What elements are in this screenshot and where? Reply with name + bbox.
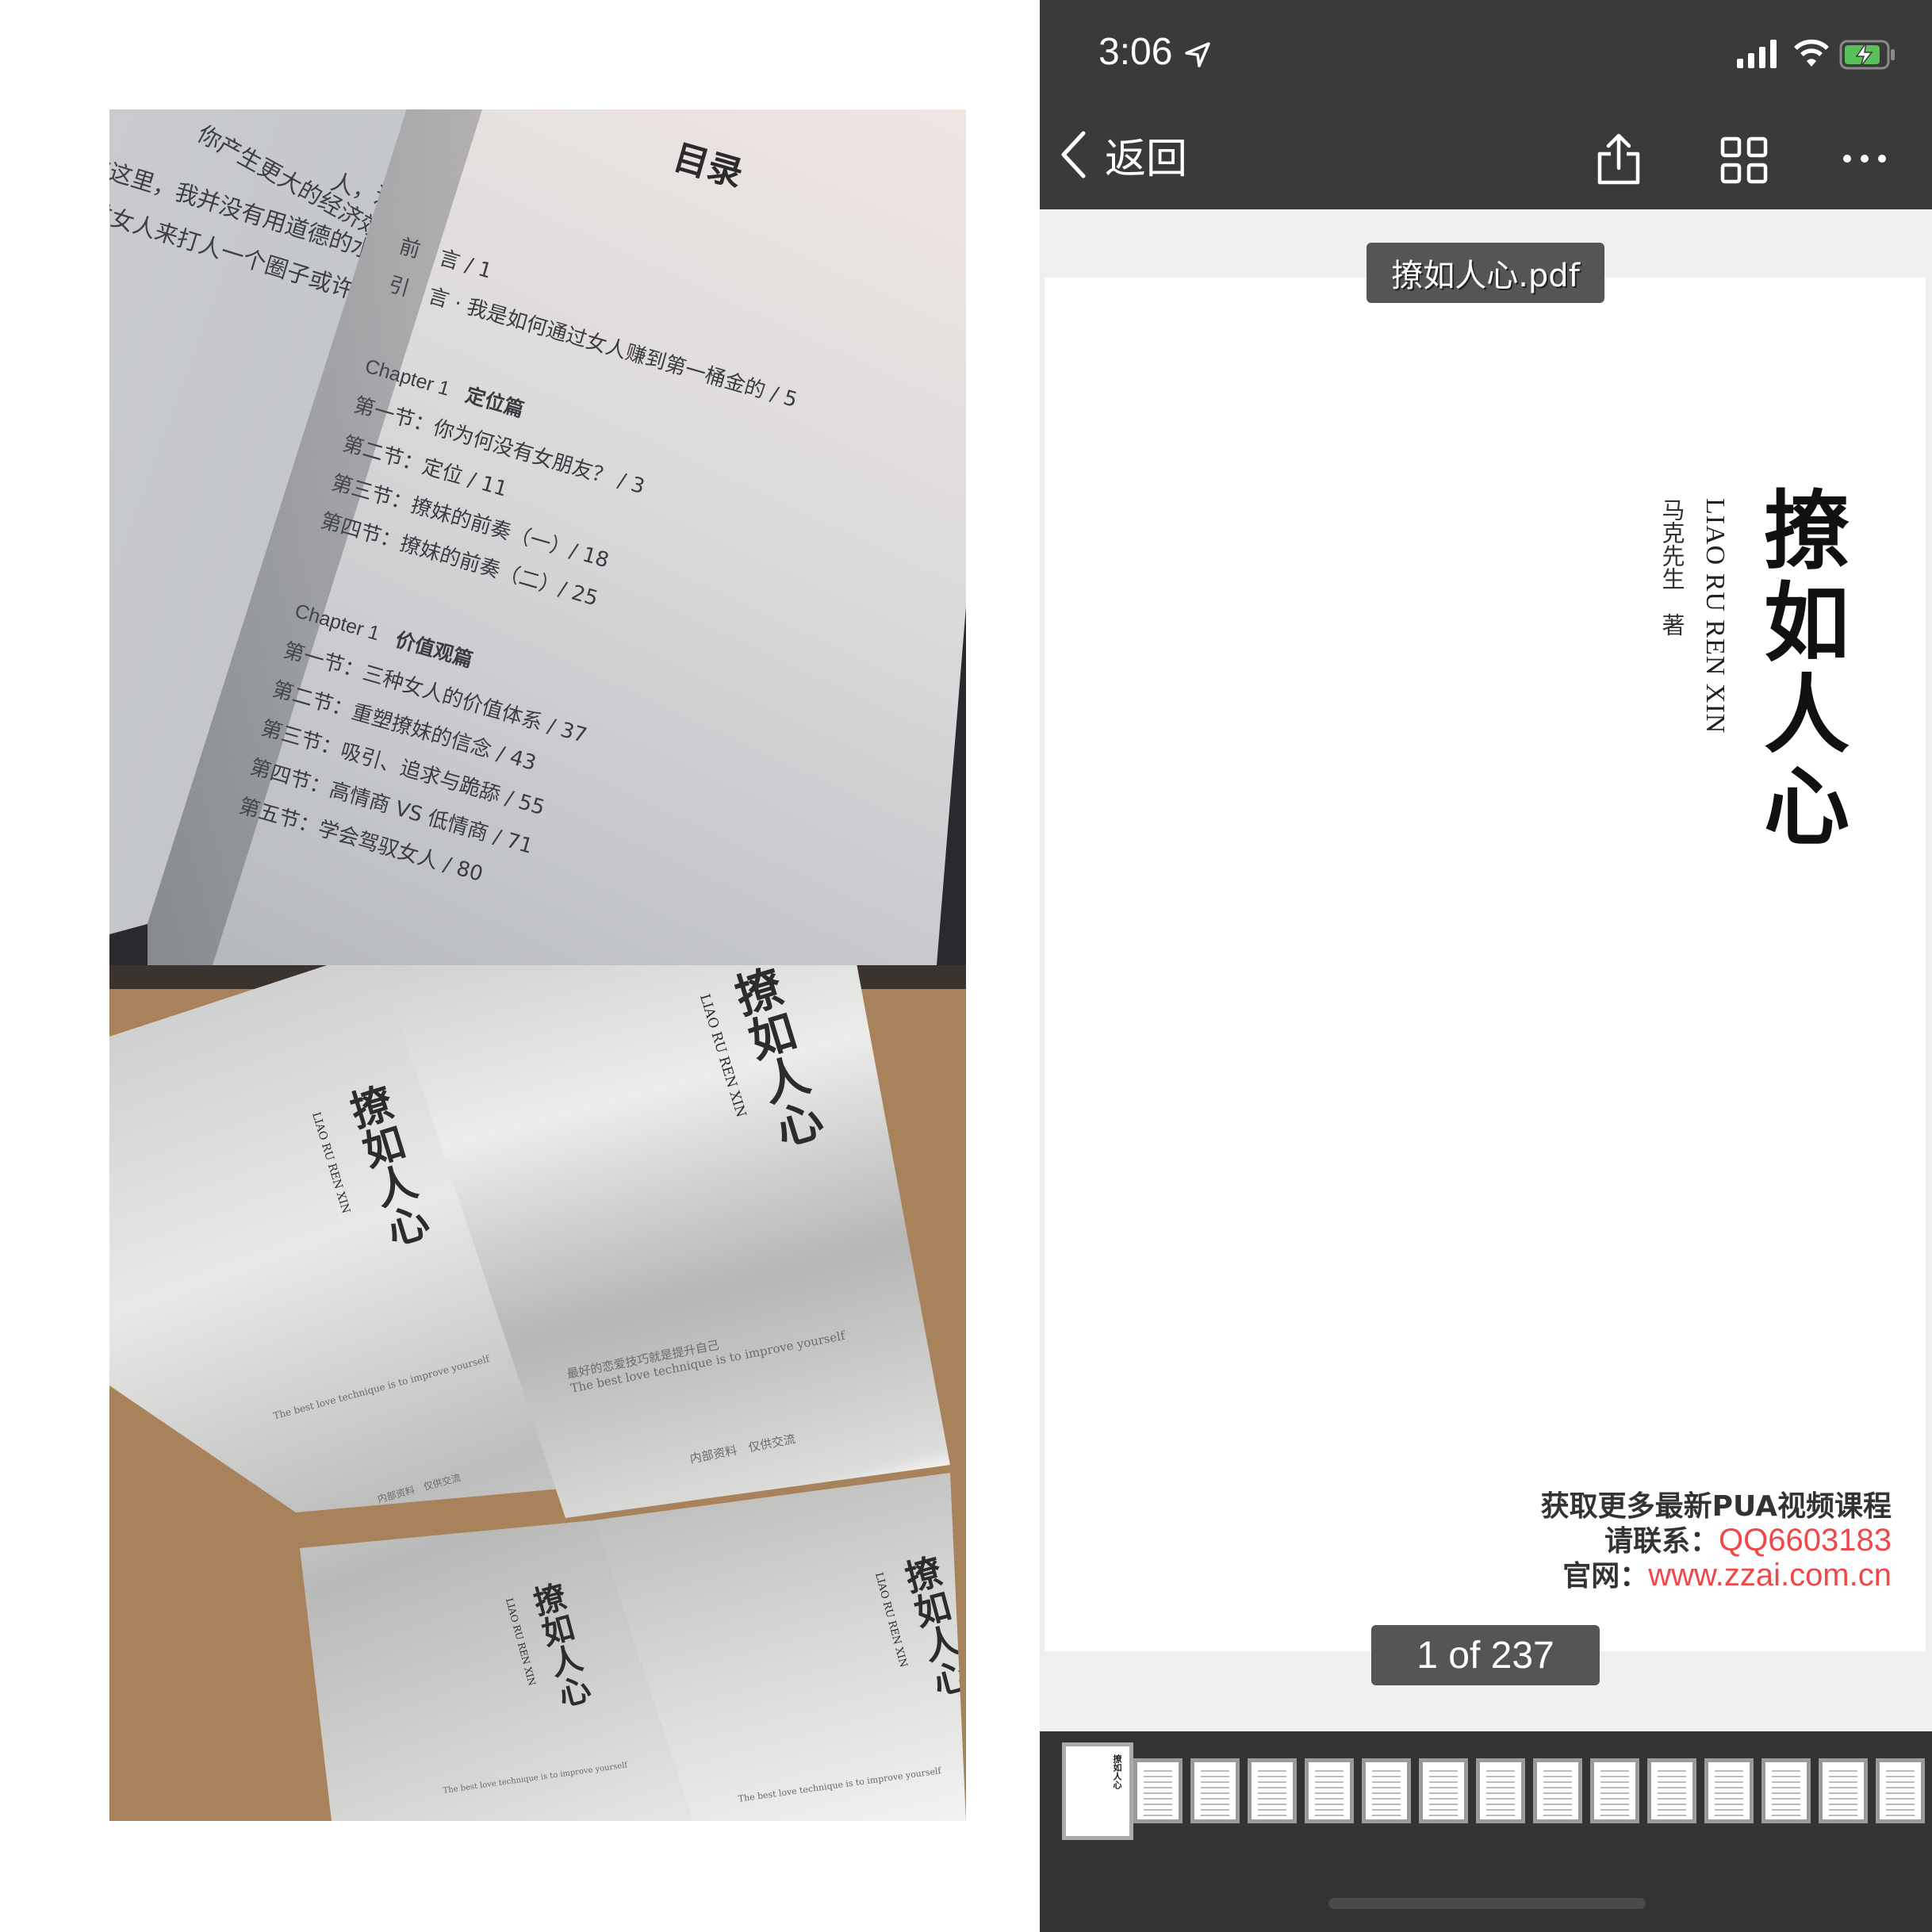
thumbnail-page[interactable] (1248, 1758, 1297, 1823)
ad-contact-label: 请联系： (1604, 1525, 1719, 1558)
location-arrow-icon (1185, 42, 1210, 67)
thumbnail-page[interactable] (1190, 1758, 1240, 1823)
back-label: 返回 (1105, 135, 1188, 183)
book-tagline: The best love technique is to improve yo… (443, 1761, 628, 1796)
thumbnail-page[interactable] (1761, 1758, 1811, 1823)
wifi-icon (1794, 39, 1829, 67)
thumbnail-page[interactable] (1819, 1758, 1868, 1823)
book-title: 撩如人心 (524, 1579, 594, 1712)
top-bar: 3:06 返回 (1040, 0, 1932, 209)
book-footer: 内部资料 仅供交流 (376, 1471, 462, 1505)
thumbnail-page[interactable] (1133, 1758, 1183, 1823)
thumbnail-page[interactable] (1305, 1758, 1354, 1823)
thumbnail-page[interactable] (1533, 1758, 1582, 1823)
home-indicator[interactable] (1328, 1898, 1646, 1909)
battery-charging-icon (1839, 40, 1895, 70)
book-title: 撩如人心 (722, 965, 828, 1154)
ad-line: 获取更多最新PUA视频课程 (1540, 1490, 1892, 1523)
filename-badge: 撩如人心.pdf (1367, 243, 1604, 303)
pdf-pinyin: LIAO RU REN XIN (1700, 498, 1730, 734)
more-icon[interactable] (1842, 151, 1887, 167)
pdf-title: 撩如人心 (1750, 485, 1850, 853)
status-time: 3:06 (1098, 31, 1173, 73)
pdf-author: 马克先生 著 (1658, 498, 1685, 636)
thumbnail-page[interactable] (1876, 1758, 1925, 1823)
book-tagline: The best love technique is to improve yo… (272, 1353, 491, 1422)
share-icon[interactable] (1595, 133, 1643, 186)
thumbnail-strip[interactable]: 撩如人心 (1040, 1731, 1932, 1932)
book-title: 撩如人心 (895, 1551, 966, 1701)
thumbnail-page[interactable] (1647, 1758, 1696, 1823)
thumbnail-page[interactable] (1704, 1758, 1754, 1823)
pdf-page[interactable]: 撩如人心 LIAO RU REN XIN 马克先生 著 获取更多最新PUA视频课… (1045, 278, 1926, 1651)
back-button[interactable]: 返回 (1059, 127, 1188, 183)
thumbnail-page[interactable] (1362, 1758, 1411, 1823)
book-tagline: The best love technique is to improve yo… (738, 1765, 942, 1804)
chapter-name: 价值观篇 (393, 628, 476, 673)
chapter-name: 定位篇 (462, 383, 527, 422)
pdf-viewer-screen: 3:06 返回 撩如人心 LIAO RU REN XIN 马克先生 著 获取更多… (1040, 0, 1932, 1932)
book-footer: 内部资料 仅供交流 (688, 1432, 797, 1466)
pdf-ad-block: 获取更多最新PUA视频课程 请联系：QQ6603183 官网：www.zzai.… (1541, 1489, 1892, 1593)
thumbnail-page[interactable] (1476, 1758, 1525, 1823)
thumbnail-page[interactable] (1419, 1758, 1468, 1823)
thumbnail-page[interactable] (1590, 1758, 1639, 1823)
book-title: 撩如人心 (338, 1080, 433, 1252)
books-photo: 撩如人心 LIAO RU REN XIN The best love techn… (109, 965, 966, 1821)
chevron-left-icon (1061, 131, 1086, 178)
ad-site-value[interactable]: www.zzai.com.cn (1648, 1558, 1892, 1593)
thumbnail-current[interactable]: 撩如人心 (1062, 1742, 1133, 1840)
grid-icon[interactable] (1720, 136, 1768, 184)
ad-contact-value: QQ6603183 (1719, 1523, 1892, 1558)
ad-site-label: 官网： (1562, 1560, 1649, 1593)
toc-photo: 人，还不如一 你产生更大的经济效益 在这里，我并没有用道德的水 通过女人来打人一… (109, 109, 966, 965)
toc-title: 目录 (669, 136, 748, 195)
signal-icon (1737, 40, 1777, 68)
page-indicator: 1 of 237 (1371, 1625, 1600, 1685)
